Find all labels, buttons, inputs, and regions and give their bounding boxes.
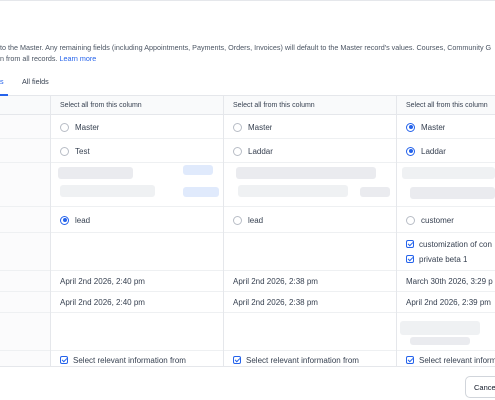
column-divider [50, 96, 51, 366]
radio-selected-icon[interactable] [406, 146, 415, 156]
redacted-block [60, 185, 155, 197]
redacted-block [410, 187, 495, 199]
learn-more-link[interactable]: Learn more [60, 54, 97, 63]
redacted-block [360, 187, 390, 197]
select-all-column-1[interactable]: Select all from this column [60, 102, 142, 109]
updated-date-col1: April 2nd 2026, 2:40 pm [60, 298, 145, 307]
select-all-column-2[interactable]: Select all from this column [233, 102, 315, 109]
cancel-button[interactable]: Cancel [465, 376, 495, 398]
table-row: lead lead customer [0, 207, 495, 233]
field-tabs: s All fields [0, 74, 495, 96]
radio-icon[interactable] [233, 215, 242, 225]
table-row: customization of con private beta 1 [0, 233, 495, 271]
created-date-col3: March 30th 2026, 3:29 p [406, 277, 493, 286]
tab-all-fields[interactable]: All fields [22, 77, 49, 86]
checkbox-checked-icon[interactable] [406, 240, 414, 248]
table-row-redacted [0, 163, 495, 207]
select-all-column-3[interactable]: Select all from this column [406, 102, 488, 109]
tag-option-2[interactable]: private beta 1 [406, 253, 467, 265]
record-option-col1[interactable]: Master [60, 115, 99, 139]
table-row: Test Laddar Laddar [0, 139, 495, 163]
radio-icon[interactable] [233, 146, 242, 156]
created-date-col2: April 2nd 2026, 2:38 pm [233, 277, 318, 286]
redacted-block [183, 187, 219, 197]
table-row: Select relevant information from Select … [0, 351, 495, 366]
merge-description: to the Master. Any remaining fields (inc… [0, 42, 495, 64]
redacted-block [236, 167, 376, 179]
description-line-2-text: n from all records. [0, 54, 58, 63]
redacted-block [183, 165, 213, 175]
name-option-col1[interactable]: Test [60, 139, 90, 163]
name-option-col3[interactable]: Laddar [406, 139, 446, 163]
checkbox-checked-icon[interactable] [60, 356, 68, 364]
column-header-row: Select all from this column Select all f… [0, 96, 495, 115]
record-option-col2[interactable]: Master [233, 115, 272, 139]
redacted-block [410, 337, 470, 345]
redacted-block [58, 167, 133, 179]
table-row: April 2nd 2026, 2:40 pm April 2nd 2026, … [0, 271, 495, 292]
radio-selected-icon[interactable] [60, 215, 69, 225]
checkbox-checked-icon[interactable] [233, 356, 241, 364]
radio-icon[interactable] [60, 122, 69, 132]
radio-icon[interactable] [406, 215, 415, 225]
column-divider [396, 96, 397, 366]
radio-icon[interactable] [60, 146, 69, 156]
radio-selected-icon[interactable] [406, 122, 415, 132]
description-line-2: n from all records. Learn more [0, 53, 495, 64]
checkbox-checked-icon[interactable] [406, 356, 414, 364]
select-relevant-col3[interactable]: Select relevant inform [406, 354, 495, 366]
description-line-1: to the Master. Any remaining fields (inc… [0, 43, 492, 52]
merge-comparison-table: Select all from this column Select all f… [0, 96, 495, 366]
modal-footer: Cancel [0, 366, 495, 400]
column-divider [223, 96, 224, 366]
checkbox-checked-icon[interactable] [406, 255, 414, 263]
top-divider [0, 0, 495, 1]
created-date-col1: April 2nd 2026, 2:40 pm [60, 277, 145, 286]
redacted-block [402, 167, 495, 179]
stage-option-col3[interactable]: customer [406, 207, 454, 233]
record-option-col3[interactable]: Master [406, 115, 445, 139]
name-option-col2[interactable]: Laddar [233, 139, 273, 163]
radio-icon[interactable] [233, 122, 242, 132]
tab-selected-fields[interactable]: s [0, 77, 4, 86]
stage-option-col1[interactable]: lead [60, 207, 90, 233]
tag-option-1[interactable]: customization of con [406, 238, 492, 250]
redacted-block [238, 185, 348, 197]
select-relevant-col1[interactable]: Select relevant information from [60, 354, 186, 366]
table-row: April 2nd 2026, 2:40 pm April 2nd 2026, … [0, 292, 495, 313]
select-relevant-col2[interactable]: Select relevant information from [233, 354, 359, 366]
updated-date-col3: April 2nd 2026, 2:39 pm [406, 298, 491, 307]
stage-option-col2[interactable]: lead [233, 207, 263, 233]
table-row: Master Master Master [0, 115, 495, 139]
updated-date-col2: April 2nd 2026, 2:38 pm [233, 298, 318, 307]
table-row-redacted [0, 313, 495, 351]
redacted-block [400, 321, 480, 335]
